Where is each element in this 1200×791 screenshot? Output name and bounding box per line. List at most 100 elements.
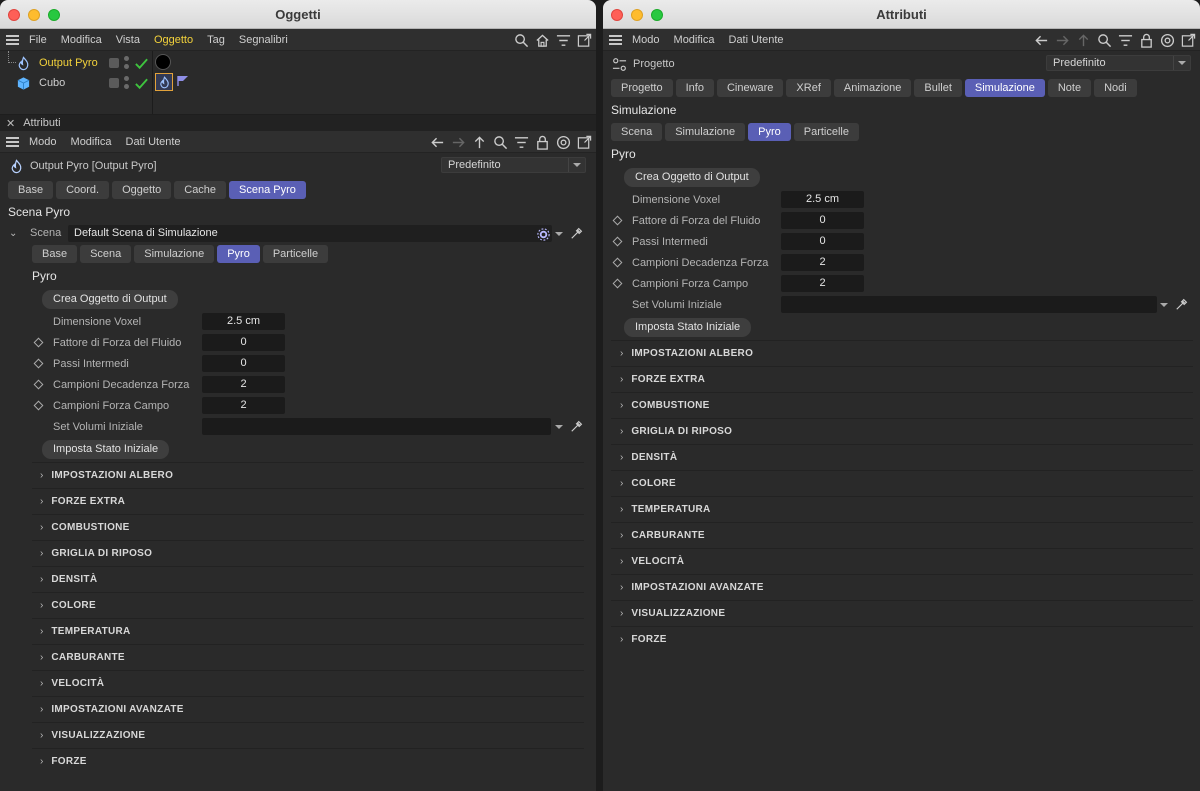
group-colore[interactable]: › COLORE (32, 592, 584, 618)
tab-scena-pyro[interactable]: Scena Pyro (229, 181, 306, 199)
subtab-particelle[interactable]: Particelle (793, 123, 859, 141)
group-forze[interactable]: › FORZE (32, 748, 584, 774)
menu-file[interactable]: File (29, 34, 47, 46)
pyro-tag-icon[interactable] (155, 73, 173, 91)
chevron-down-icon[interactable]: ⌄ (9, 228, 17, 239)
group-combustione[interactable]: › COMBUSTIONE (32, 514, 584, 540)
lock-icon[interactable] (534, 134, 550, 150)
search-icon[interactable] (492, 134, 508, 150)
tab-info[interactable]: Info (675, 79, 714, 97)
preset-dropdown[interactable]: Predefinito (441, 157, 586, 173)
group-temperatura[interactable]: › TEMPERATURA (611, 496, 1193, 522)
keyframe-diamond-icon[interactable] (612, 278, 623, 289)
param-field[interactable]: 2 (202, 397, 285, 414)
up-arrow-icon[interactable] (1075, 32, 1091, 48)
menu-oggetto[interactable]: Oggetto (154, 34, 193, 46)
create-output-button[interactable]: Crea Oggetto di Output (624, 167, 760, 187)
titlebar[interactable]: Oggetti (0, 0, 596, 29)
keyframe-diamond-icon[interactable] (33, 337, 44, 348)
minimize-window-button[interactable] (28, 9, 40, 21)
tab-cineware[interactable]: Cineware (716, 79, 784, 97)
param-field[interactable]: 0 (781, 212, 864, 229)
subtab-simulazione[interactable]: Simulazione (665, 123, 746, 141)
lock-icon[interactable] (1138, 32, 1154, 48)
keyframe-diamond-icon[interactable] (612, 215, 623, 226)
keyframe-diamond-icon[interactable] (33, 358, 44, 369)
tab-oggetto[interactable]: Oggetto (112, 181, 172, 199)
eyedropper-icon[interactable] (569, 225, 585, 241)
chevron-down-icon[interactable] (555, 232, 563, 236)
group-visualizzazione[interactable]: › VISUALIZZAZIONE (32, 722, 584, 748)
close-window-button[interactable] (8, 9, 20, 21)
group-velocita[interactable]: › VELOCITÀ (611, 548, 1193, 574)
param-field[interactable]: 2.5 cm (781, 191, 864, 208)
zoom-window-button[interactable] (651, 9, 663, 21)
tab-cache[interactable]: Cache (174, 181, 227, 199)
menu-modifica[interactable]: Modifica (61, 34, 102, 46)
group-carburante[interactable]: › CARBURANTE (611, 522, 1193, 548)
material-tag-icon[interactable] (155, 54, 171, 70)
flag-tag-icon[interactable] (177, 75, 189, 87)
forward-arrow-icon[interactable] (1054, 32, 1070, 48)
eyedropper-icon[interactable] (1174, 296, 1190, 312)
param-field[interactable]: 0 (202, 355, 285, 372)
param-field[interactable]: 2 (781, 254, 864, 271)
param-field[interactable]: 2.5 cm (202, 313, 285, 330)
filter-icon[interactable] (513, 134, 529, 150)
subtab-simulazione[interactable]: Simulazione (134, 245, 215, 263)
up-arrow-icon[interactable] (471, 134, 487, 150)
group-temperatura[interactable]: › TEMPERATURA (32, 618, 584, 644)
close-icon[interactable]: ✕ (6, 117, 15, 130)
volume-set-field[interactable] (202, 418, 551, 435)
minimize-window-button[interactable] (631, 9, 643, 21)
zoom-window-button[interactable] (48, 9, 60, 21)
subtab-base[interactable]: Base (32, 245, 78, 263)
menu-dati-utente[interactable]: Dati Utente (729, 34, 784, 46)
subtab-pyro[interactable]: Pyro (748, 123, 791, 141)
group-visualizzazione[interactable]: › VISUALIZZAZIONE (611, 600, 1193, 626)
tab-xref[interactable]: XRef (786, 79, 831, 97)
menu-segnalibri[interactable]: Segnalibri (239, 34, 288, 46)
filter-icon[interactable] (1117, 32, 1133, 48)
titlebar[interactable]: Attributi (603, 0, 1200, 29)
target-icon[interactable] (555, 134, 571, 150)
set-initial-state-button[interactable]: Imposta Stato Iniziale (42, 440, 170, 459)
tab-simulazione[interactable]: Simulazione (964, 79, 1045, 97)
forward-arrow-icon[interactable] (450, 134, 466, 150)
gear-icon[interactable] (535, 226, 551, 242)
tab-animazione[interactable]: Animazione (833, 79, 912, 97)
tab-bullet[interactable]: Bullet (914, 79, 962, 97)
hamburger-icon[interactable] (6, 34, 19, 45)
group-densita[interactable]: › DENSITÀ (32, 566, 584, 592)
object-row-output-pyro[interactable]: Output Pyro (0, 51, 596, 73)
home-icon[interactable] (534, 32, 550, 48)
tab-nodi[interactable]: Nodi (1094, 79, 1137, 97)
tab-note[interactable]: Note (1047, 79, 1092, 97)
target-icon[interactable] (1159, 32, 1175, 48)
search-icon[interactable] (1096, 32, 1112, 48)
checkmark-icon[interactable] (133, 55, 149, 71)
param-field[interactable]: 0 (781, 233, 864, 250)
chevron-down-icon[interactable] (1160, 303, 1168, 307)
group-impostazioni-avanzate[interactable]: › IMPOSTAZIONI AVANZATE (32, 696, 584, 722)
group-forze-extra[interactable]: › FORZE EXTRA (32, 488, 584, 514)
keyframe-diamond-icon[interactable] (612, 257, 623, 268)
layer-icon[interactable] (109, 58, 119, 68)
keyframe-diamond-icon[interactable] (612, 236, 623, 247)
hamburger-icon[interactable] (6, 136, 19, 147)
checkmark-icon[interactable] (133, 75, 149, 91)
group-densita[interactable]: › DENSITÀ (611, 444, 1193, 470)
menu-modifica[interactable]: Modifica (674, 34, 715, 46)
set-initial-state-button[interactable]: Imposta Stato Iniziale (624, 318, 752, 337)
param-field[interactable]: 0 (202, 334, 285, 351)
hamburger-icon[interactable] (609, 34, 622, 45)
group-impostazioni-albero[interactable]: › IMPOSTAZIONI ALBERO (611, 340, 1193, 366)
back-arrow-icon[interactable] (429, 134, 445, 150)
render-visibility-dot[interactable] (124, 84, 129, 89)
object-name[interactable]: Output Pyro (39, 57, 98, 69)
editor-visibility-dot[interactable] (124, 56, 129, 61)
back-arrow-icon[interactable] (1033, 32, 1049, 48)
menu-tag[interactable]: Tag (207, 34, 225, 46)
menu-vista[interactable]: Vista (116, 34, 140, 46)
preset-dropdown[interactable]: Predefinito (1046, 55, 1191, 71)
